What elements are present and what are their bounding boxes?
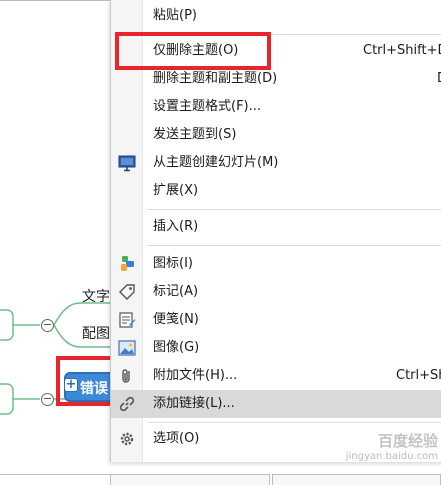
image-icon [118,340,136,356]
menu-item-label: 图像(G) [153,340,200,355]
menu-item-shortcut: Ctrl+Shift+D [363,43,441,58]
menu-item-add-link[interactable]: 添加链接(L)... [111,390,441,418]
menu-separator [147,209,441,210]
menu-item-label: 图标(I) [153,256,193,271]
menu-item-expand[interactable]: 扩展(X) [111,177,441,205]
puzzle-icon [121,256,134,271]
menu-item-insert[interactable]: 插入(R) [111,213,441,241]
menu-item-label: 扩展(X) [153,183,199,198]
slide-icon [118,155,136,172]
highlight-box-topic [56,356,116,406]
menu-item-notes[interactable]: 便笺(N) [111,306,441,334]
collapse-toggle[interactable]: − [41,393,54,406]
menu-item-create-slide[interactable]: 从主题创建幻灯片(M) [111,149,441,177]
menu-item-markers[interactable]: 标记(A) [111,278,441,306]
menu-item-label: 附加文件(H)... [153,368,238,383]
watermark-title: 百度经验 [377,432,438,450]
menu-item-label: 选项(O) [153,431,200,446]
watermark-url: jingyan.baidu.com [345,451,438,462]
collapse-toggle[interactable]: − [41,319,54,332]
menu-item-label: 设置主题格式(F)... [153,99,262,114]
menu-item-shortcut: D [437,65,441,93]
menu-item-label: 发送主题到(S) [153,127,237,142]
menu-item-paste[interactable]: 粘贴(P) [111,2,441,30]
menu-item-icons[interactable]: 图标(I) [111,250,441,278]
menu-item-label: 从主题创建幻灯片(M) [153,155,279,170]
menu-item-label: 插入(R) [153,219,199,234]
topic-peitu[interactable]: 配图 [82,323,110,343]
highlight-box-menu-item [115,32,271,70]
menu-item-label: 添加链接(L)... [153,396,235,411]
menu-item-label: 粘贴(P) [153,8,197,23]
menu-item-image[interactable]: 图像(G) [111,334,441,362]
watermark: 百度经验 jingyan.baidu.com [310,430,438,470]
link-icon [119,396,135,412]
menu-item-format-topic[interactable]: 设置主题格式(F)... [111,93,441,121]
menu-separator [147,422,441,423]
paperclip-icon [122,369,130,383]
status-bar-segment [110,474,270,485]
menu-item-attach-file[interactable]: 附加文件(H)... Ctrl+Sh [111,362,441,390]
menu-item-shortcut: Ctrl+Sh [396,368,441,383]
tag-icon [119,284,135,300]
menu-separator [147,245,441,246]
context-menu: 粘贴(P) 仅删除主题(O) Ctrl+Shift+D 删除主题和副主题(D) … [110,0,441,462]
menu-item-label: 标记(A) [153,284,199,299]
note-icon [119,312,136,328]
gear-icon [120,432,134,446]
topic-text[interactable]: 文字 [82,286,110,306]
status-bar-segment [272,474,441,485]
menu-item-send-topic-to[interactable]: 发送主题到(S) [111,121,441,149]
menu-item-label: 便笺(N) [153,312,199,327]
